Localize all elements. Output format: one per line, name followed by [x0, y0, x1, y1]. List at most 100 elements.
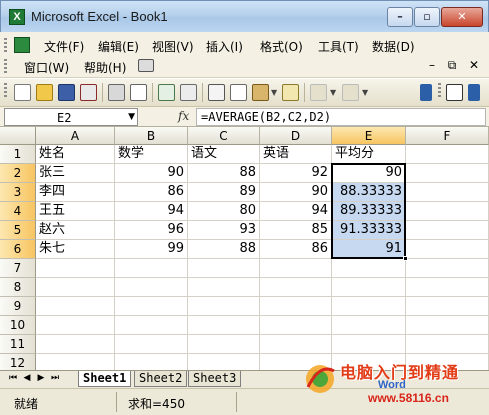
cell-e7[interactable]: [332, 259, 406, 278]
cell-a6[interactable]: 朱七: [36, 240, 115, 259]
save-icon[interactable]: [58, 84, 75, 101]
cell-a3[interactable]: 李四: [36, 183, 115, 202]
open-icon[interactable]: [36, 84, 53, 101]
cell-a11[interactable]: [36, 335, 115, 354]
cell-f8[interactable]: [406, 278, 489, 297]
row-header-11[interactable]: 11: [0, 335, 36, 354]
grip-icon[interactable]: [4, 59, 7, 75]
tab-sheet3[interactable]: Sheet3: [188, 371, 242, 387]
cell-f10[interactable]: [406, 316, 489, 335]
cell-f3[interactable]: [406, 183, 489, 202]
cell-b2[interactable]: 90: [115, 164, 188, 183]
paste-dropdown-icon[interactable]: ▼: [271, 88, 277, 97]
grip-icon[interactable]: [4, 38, 7, 54]
row-header-10[interactable]: 10: [0, 316, 36, 335]
cell-d12[interactable]: [260, 354, 332, 370]
cell-d9[interactable]: [260, 297, 332, 316]
next-sheet-icon[interactable]: ▶: [36, 373, 46, 383]
cell-c12[interactable]: [188, 354, 260, 370]
fill-handle[interactable]: [403, 256, 408, 261]
row-header-8[interactable]: 8: [0, 278, 36, 297]
cell-e4[interactable]: 89.33333: [332, 202, 406, 221]
cell-d3[interactable]: 90: [260, 183, 332, 202]
first-sheet-icon[interactable]: ⏮: [8, 373, 18, 383]
cell-f1[interactable]: [406, 145, 489, 164]
formula-input[interactable]: =AVERAGE(B2,C2,D2): [196, 108, 486, 126]
column-header-e[interactable]: E: [332, 127, 406, 145]
cell-d8[interactable]: [260, 278, 332, 297]
cell-d10[interactable]: [260, 316, 332, 335]
cell-c4[interactable]: 80: [188, 202, 260, 221]
copy-icon[interactable]: [230, 84, 247, 101]
menu-file[interactable]: 文件(F): [44, 38, 84, 55]
tab-sheet1[interactable]: Sheet1: [78, 371, 132, 387]
cut-icon[interactable]: [208, 84, 225, 101]
cell-d4[interactable]: 94: [260, 202, 332, 221]
format-painter-icon[interactable]: [282, 84, 299, 101]
cell-f2[interactable]: [406, 164, 489, 183]
cell-f9[interactable]: [406, 297, 489, 316]
research-icon[interactable]: [180, 84, 197, 101]
align-icon[interactable]: [446, 84, 463, 101]
cell-c2[interactable]: 88: [188, 164, 260, 183]
cell-a7[interactable]: [36, 259, 115, 278]
cell-b11[interactable]: [115, 335, 188, 354]
permission-icon[interactable]: [80, 84, 97, 101]
menu-edit[interactable]: 编辑(E): [98, 38, 139, 55]
cell-b6[interactable]: 99: [115, 240, 188, 259]
last-sheet-icon[interactable]: ⏭: [50, 373, 60, 383]
cell-f4[interactable]: [406, 202, 489, 221]
cell-a9[interactable]: [36, 297, 115, 316]
mdi-minimize-button[interactable]: –: [424, 58, 440, 72]
cell-f7[interactable]: [406, 259, 489, 278]
cell-e3[interactable]: 88.33333: [332, 183, 406, 202]
cell-c11[interactable]: [188, 335, 260, 354]
grip-icon[interactable]: [4, 83, 7, 99]
cell-f6[interactable]: [406, 240, 489, 259]
paste-icon[interactable]: [252, 84, 269, 101]
cell-a10[interactable]: [36, 316, 115, 335]
prev-sheet-icon[interactable]: ◀: [22, 373, 32, 383]
cell-e6[interactable]: 91: [332, 240, 406, 259]
cell-a12[interactable]: [36, 354, 115, 370]
cell-f12[interactable]: [406, 354, 489, 370]
minimize-button[interactable]: –: [387, 7, 413, 27]
row-header-6[interactable]: 6: [0, 240, 36, 259]
cell-e12[interactable]: [332, 354, 406, 370]
menu-view[interactable]: 视图(V): [152, 38, 194, 55]
cell-d5[interactable]: 85: [260, 221, 332, 240]
cell-a4[interactable]: 王五: [36, 202, 115, 221]
menu-data[interactable]: 数据(D): [372, 38, 415, 55]
cell-c10[interactable]: [188, 316, 260, 335]
cell-b7[interactable]: [115, 259, 188, 278]
row-header-9[interactable]: 9: [0, 297, 36, 316]
menu-insert[interactable]: 插入(I): [206, 38, 243, 55]
menu-tools[interactable]: 工具(T): [318, 38, 359, 55]
column-header-f[interactable]: F: [406, 127, 489, 145]
cell-d6[interactable]: 86: [260, 240, 332, 259]
column-header-b[interactable]: B: [115, 127, 188, 145]
ink-icon[interactable]: [138, 59, 154, 72]
mdi-close-button[interactable]: ✕: [466, 58, 482, 72]
new-icon[interactable]: [14, 84, 31, 101]
cell-f11[interactable]: [406, 335, 489, 354]
grip-icon[interactable]: [438, 83, 441, 99]
cell-d2[interactable]: 92: [260, 164, 332, 183]
row-header-5[interactable]: 5: [0, 221, 36, 240]
menu-window[interactable]: 窗口(W): [24, 59, 69, 76]
cell-d11[interactable]: [260, 335, 332, 354]
cell-header-c[interactable]: 语文: [188, 145, 260, 164]
cell-a2[interactable]: 张三: [36, 164, 115, 183]
toolbar-options-icon[interactable]: [420, 84, 432, 101]
undo-dropdown-icon[interactable]: ▼: [330, 88, 336, 97]
cell-e10[interactable]: [332, 316, 406, 335]
cell-b10[interactable]: [115, 316, 188, 335]
cell-c8[interactable]: [188, 278, 260, 297]
chevron-down-icon[interactable]: ▼: [128, 112, 135, 122]
cell-b8[interactable]: [115, 278, 188, 297]
row-header-7[interactable]: 7: [0, 259, 36, 278]
cell-d7[interactable]: [260, 259, 332, 278]
toolbar-options-icon[interactable]: [468, 84, 480, 101]
cell-c9[interactable]: [188, 297, 260, 316]
cell-b3[interactable]: 86: [115, 183, 188, 202]
